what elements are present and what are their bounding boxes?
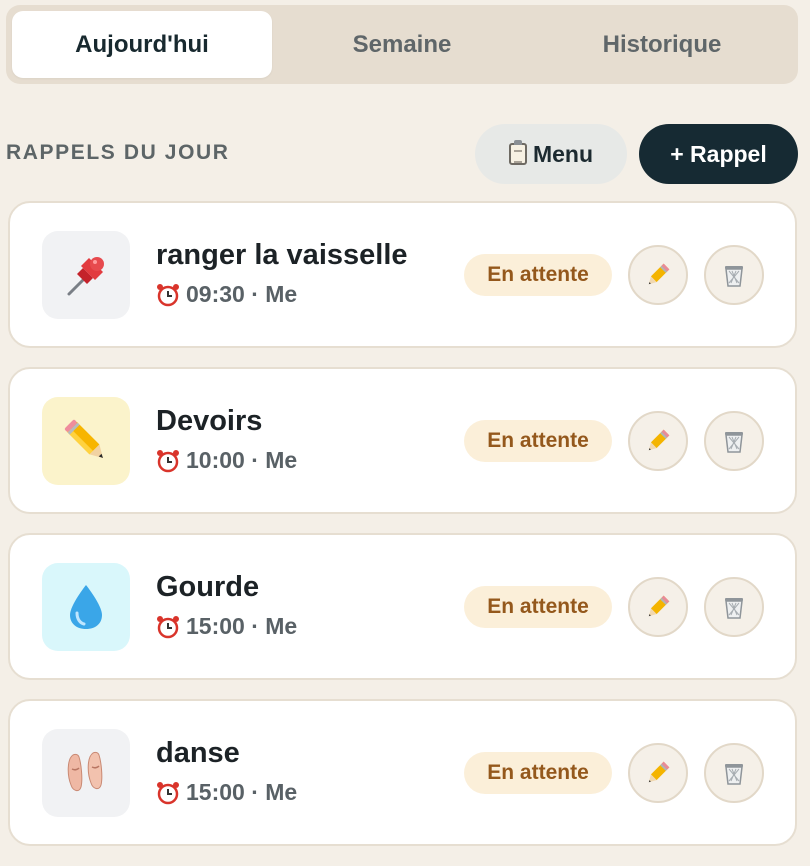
trash-icon [725,764,743,785]
pushpin-icon [42,231,130,319]
tab-historique[interactable]: Historique [532,11,792,78]
trash-icon [725,598,743,619]
add-reminder-label: + Rappel [670,140,767,167]
alarm-clock-icon [157,781,179,804]
status-badge: En attente [464,752,612,794]
reminder-time: 15:00 · Me [156,779,297,806]
edit-button[interactable] [628,743,688,803]
trash-icon [725,266,743,287]
trash-icon [725,432,743,453]
edit-button[interactable] [628,577,688,637]
reminder-title: Gourde [156,571,260,603]
reminder-card: ranger la vaisselle 09:30 · Me En attent… [8,201,797,348]
reminder-time-text: 09:30 · Me [186,281,298,307]
menu-button[interactable]: Menu [475,124,627,184]
delete-button[interactable] [704,743,764,803]
droplet-icon [42,563,130,651]
delete-button[interactable] [704,245,764,305]
pencil-icon [648,595,670,617]
tab-bar: Aujourd'hui Semaine Historique [6,5,798,84]
status-badge: En attente [464,254,612,296]
delete-button[interactable] [704,411,764,471]
pencil-icon [648,429,670,451]
reminder-card: Gourde 15:00 · Me En attente [8,533,797,680]
add-reminder-button[interactable]: + Rappel [639,124,798,184]
pencil-icon [648,761,670,783]
status-badge: En attente [464,420,612,462]
section-header: RAPPELS DU JOUR Menu + Rappel [0,124,810,184]
clipboard-icon [508,140,527,165]
reminder-card: Devoirs 10:00 · Me En attente [8,367,797,514]
edit-button[interactable] [628,411,688,471]
reminder-time: 10:00 · Me [156,447,297,474]
ballet-shoes-icon [42,729,130,817]
status-badge: En attente [464,586,612,628]
tab-aujourdhui[interactable]: Aujourd'hui [12,11,272,78]
pencil-icon [648,263,670,285]
reminder-time-text: 15:00 · Me [186,779,298,805]
tab-semaine[interactable]: Semaine [272,11,532,78]
alarm-clock-icon [157,615,179,638]
reminder-card: danse 15:00 · Me En attente [8,699,797,846]
reminder-time: 09:30 · Me [156,281,297,308]
menu-button-label: Menu [532,140,594,167]
edit-button[interactable] [628,245,688,305]
reminder-time: 15:00 · Me [156,613,297,640]
reminder-title: danse [156,737,240,769]
section-title: RAPPELS DU JOUR [6,141,230,164]
pencil-icon [42,397,130,485]
alarm-clock-icon [157,449,179,472]
delete-button[interactable] [704,577,764,637]
reminder-time-text: 15:00 · Me [186,613,298,639]
alarm-clock-icon [157,283,179,306]
reminder-time-text: 10:00 · Me [186,447,298,473]
reminder-title: ranger la vaisselle [156,239,408,271]
reminder-title: Devoirs [156,405,263,437]
